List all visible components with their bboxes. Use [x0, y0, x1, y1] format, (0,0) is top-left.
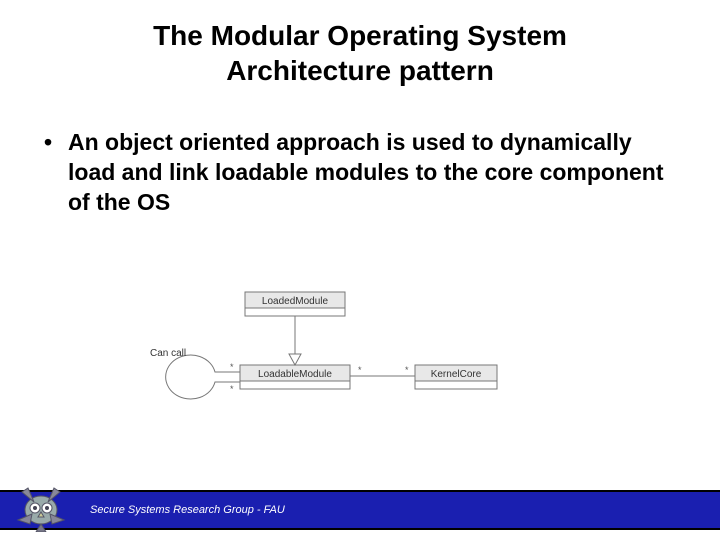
slide-title: The Modular Operating System Architectur…	[0, 0, 720, 98]
loaded-module-label: LoadedModule	[262, 296, 329, 307]
loadable-module-label: LoadableModule	[258, 369, 332, 380]
bullet-dot: •	[40, 128, 68, 218]
kernel-core-label: KernelCore	[431, 369, 482, 380]
loadable-module-box: LoadableModule	[240, 365, 350, 389]
bullet-text: An object oriented approach is used to d…	[68, 128, 680, 218]
self-association: Can call * *	[150, 348, 240, 399]
mult-right: *	[405, 365, 409, 375]
footer-text: Secure Systems Research Group - FAU	[90, 504, 285, 516]
mult-left: *	[358, 365, 362, 375]
kernel-core-box: KernelCore	[415, 365, 497, 389]
title-line-2: Architecture pattern	[226, 55, 494, 86]
bullet-item: • An object oriented approach is used to…	[40, 128, 680, 218]
can-call-label: Can call	[150, 348, 186, 359]
uml-diagram: LoadedModule LoadableModule KernelCore *…	[120, 290, 500, 440]
bullet-list: • An object oriented approach is used to…	[0, 98, 720, 218]
self-mult-bottom: *	[230, 384, 234, 394]
inheritance-arrow	[289, 316, 301, 365]
association-line: * *	[350, 365, 415, 376]
footer-bar: Secure Systems Research Group - FAU	[0, 490, 720, 530]
title-line-1: The Modular Operating System	[153, 20, 567, 51]
self-mult-top: *	[230, 362, 234, 372]
loaded-module-box: LoadedModule	[245, 292, 345, 316]
owl-logo-icon	[14, 484, 68, 532]
